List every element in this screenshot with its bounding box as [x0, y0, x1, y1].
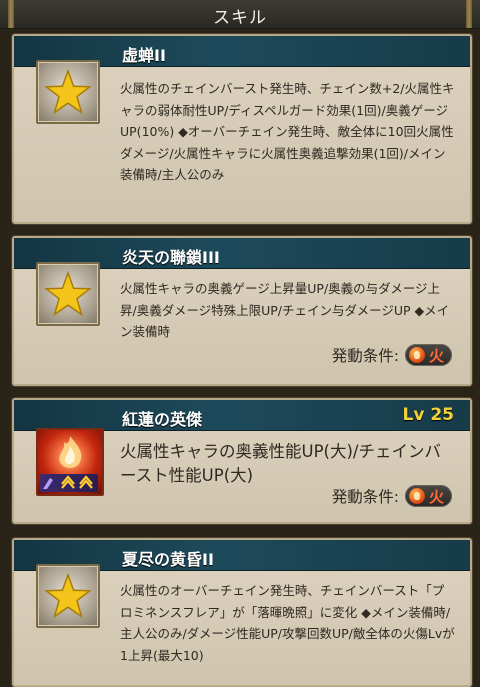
condition-label: 発動条件:	[331, 347, 399, 365]
skill-name: 虚蝉II	[122, 46, 166, 65]
skill-description: 火属性のオーバーチェイン発生時、チェインバースト「プロミネンスフレア」が「落暉晩…	[120, 583, 455, 663]
skill-name: 炎天の聯鎖III	[122, 248, 220, 267]
skill-description: 火属性キャラの奥義性能UP(大)/チェインバースト性能UP(大)	[120, 442, 441, 485]
skill-card-1[interactable]: 虚蝉II 火属性のチェインバースト発生時、チェイン数+2/火属性キャラの弱体耐性…	[12, 34, 472, 224]
skill-card-4[interactable]: 夏尽の黄昏II 火属性のオーバーチェイン発生時、チェインバースト「プロミネンスフ…	[12, 538, 472, 687]
activation-condition: 発動条件: 火	[332, 344, 452, 366]
skill-card-2[interactable]: 炎天の聯鎖III 火属性キャラの奥義ゲージ上昇量UP/奥義の与ダメージ上昇/奥義…	[12, 236, 472, 386]
fire-skill-icon	[36, 428, 104, 496]
skill-description: 火属性のチェインバースト発生時、チェイン数+2/火属性キャラの弱体耐性UP/ディ…	[120, 81, 455, 182]
buff-arrows-icon	[40, 474, 98, 492]
skill-name: 夏尽の黄昏II	[122, 550, 214, 569]
element-label: 火	[428, 487, 444, 506]
activation-condition: 発動条件: 火	[332, 485, 452, 507]
fire-orb-icon	[408, 347, 425, 363]
skill-name: 紅蓮の英傑	[122, 410, 203, 429]
section-title: スキル	[213, 8, 267, 28]
star-icon	[36, 60, 100, 124]
condition-label: 発動条件:	[331, 488, 399, 506]
fire-orb-icon	[408, 488, 425, 504]
element-label: 火	[428, 346, 444, 365]
fire-element-badge: 火	[404, 485, 452, 507]
star-icon	[36, 262, 100, 326]
skill-card-3[interactable]: 紅蓮の英傑 Lv 25 火属性キャラの奥義性能UP(大)/チェインバースト性能U…	[12, 398, 472, 524]
star-icon	[36, 564, 100, 628]
fire-element-badge: 火	[404, 344, 452, 366]
skill-level: Lv 25	[402, 405, 455, 425]
skill-description: 火属性キャラの奥義ゲージ上昇量UP/奥義の与ダメージ上昇/奥義ダメージ特殊上限U…	[120, 281, 450, 339]
skills-header: スキル	[0, 0, 480, 29]
